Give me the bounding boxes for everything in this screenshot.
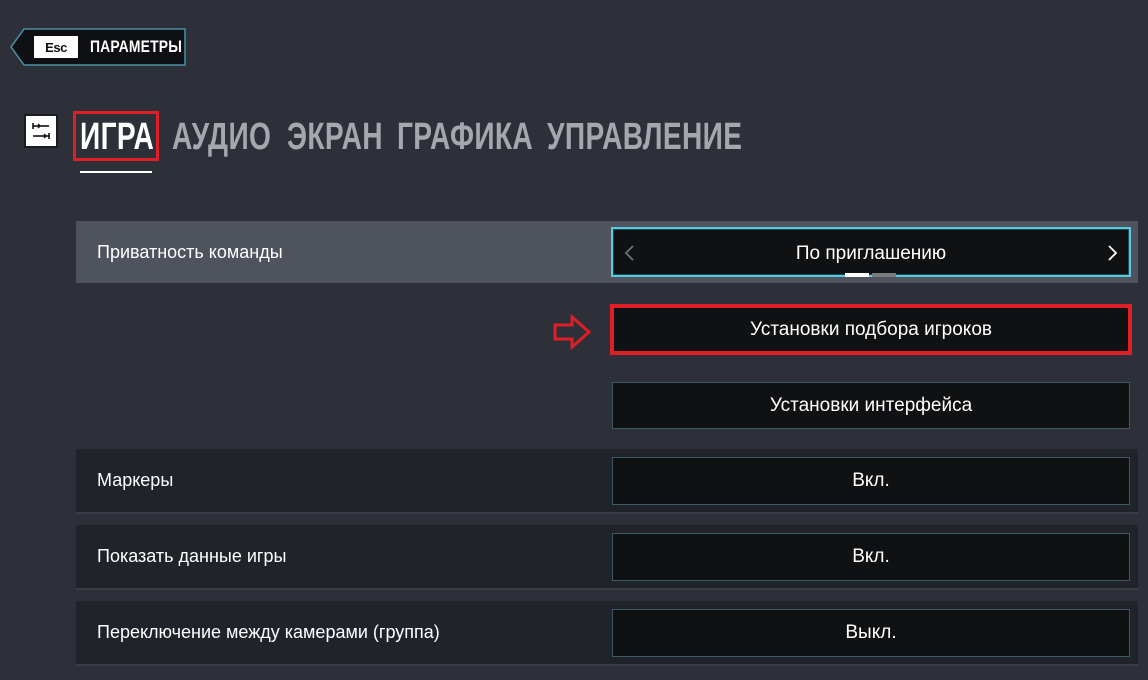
team-privacy-label: Приватность команды	[97, 241, 283, 262]
team-privacy-value: По приглашению	[795, 243, 947, 264]
page-indicator-dot	[872, 273, 896, 277]
settings-screen: Esc ПАРАМЕТРЫ ИГРА АУДИО ЭКРАН ГРАФИКА У…	[0, 0, 1148, 680]
chevron-right-icon[interactable]	[1105, 244, 1119, 262]
back-button[interactable]: Esc ПАРАМЕТРЫ	[10, 28, 186, 66]
settings-sliders-icon	[24, 114, 58, 148]
tab-graphics[interactable]: ГРАФИКА	[397, 112, 547, 162]
arrow-right-outline-icon	[553, 314, 592, 350]
page-indicator-dot	[845, 273, 869, 277]
tab-screen-label: ЭКРАН	[287, 115, 383, 158]
team-privacy-selector[interactable]: По приглашению	[611, 227, 1131, 277]
tab-audio-label: АУДИО	[172, 115, 272, 158]
markers-label: Маркеры	[97, 470, 174, 490]
tab-controls-label: УПРАВЛЕНИЕ	[547, 115, 743, 158]
show-game-data-value[interactable]: Вкл.	[612, 533, 1130, 581]
tab-controls[interactable]: УПРАВЛЕНИЕ	[547, 112, 747, 162]
tab-screen[interactable]: ЭКРАН	[287, 112, 397, 162]
markers-value[interactable]: Вкл.	[612, 457, 1130, 505]
camera-switch-label: Переключение между камерами (группа)	[97, 622, 440, 642]
tab-bar: ИГРА АУДИО ЭКРАН ГРАФИКА УПРАВЛЕНИЕ	[80, 112, 747, 162]
active-tab-underline	[80, 171, 152, 173]
interface-settings-button[interactable]: Установки интерфейса	[612, 382, 1130, 429]
camera-switch-value[interactable]: Выкл.	[612, 609, 1130, 657]
tab-highlight-annotation	[73, 111, 159, 161]
back-label: ПАРАМЕТРЫ	[90, 37, 183, 56]
tab-graphics-label: ГРАФИКА	[397, 115, 534, 158]
show-game-data-label: Показать данные игры	[97, 546, 287, 566]
tab-audio[interactable]: АУДИО	[172, 112, 287, 162]
esc-key-icon: Esc	[34, 36, 78, 58]
matchmaking-highlight-annotation	[610, 304, 1132, 355]
page-indicator	[845, 273, 896, 277]
